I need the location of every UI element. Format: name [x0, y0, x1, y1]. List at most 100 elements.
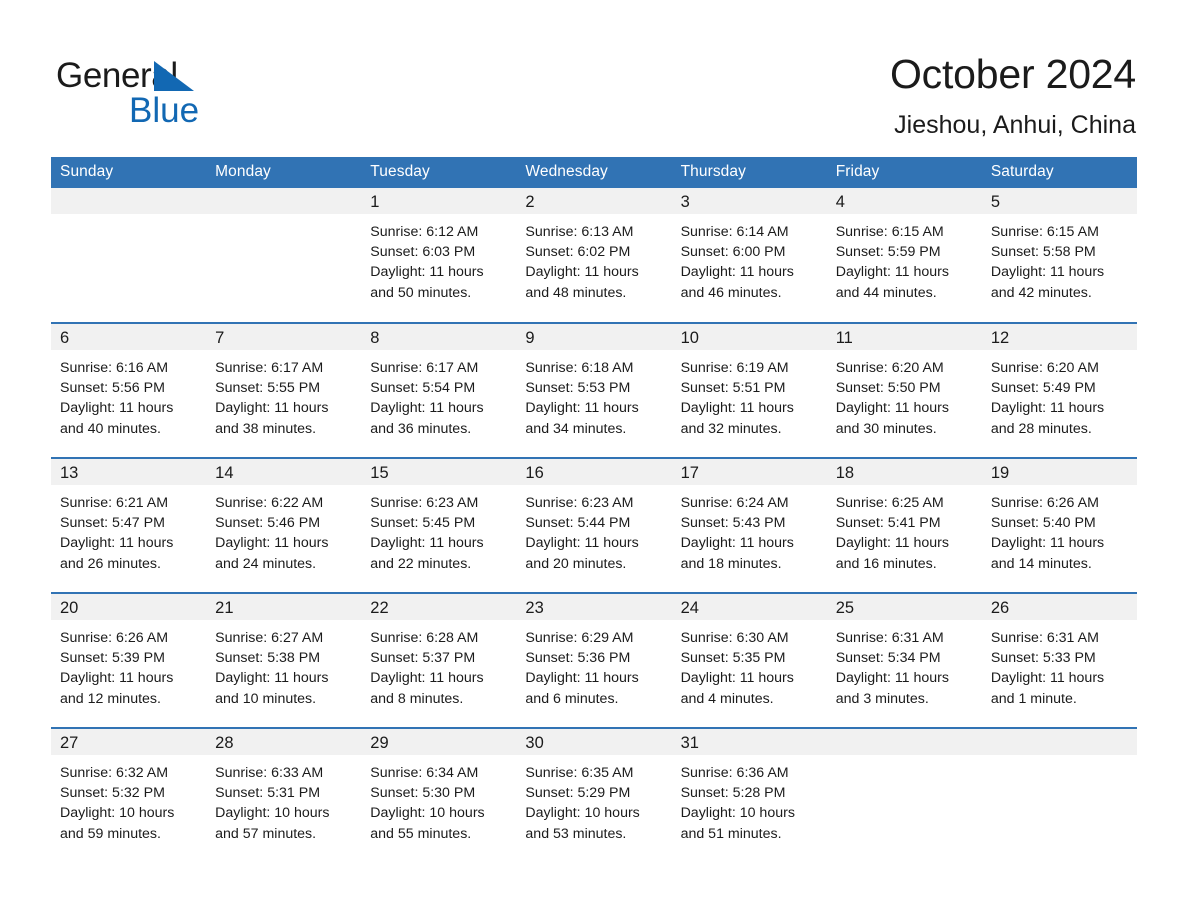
day-details: Sunrise: 6:23 AM Sunset: 5:45 PM Daylight:… — [361, 485, 516, 574]
calendar-day-cell[interactable]: 4 Sunrise: 6:15 AM Sunset: 5:59 PM Daylight… — [826, 188, 982, 323]
day-sunset-text: Sunset: 5:30 PM — [370, 785, 476, 802]
day-daylight-line2-text: and 55 minutes. — [370, 825, 472, 842]
calendar-day-cell-empty — [981, 727, 1137, 863]
calendar-day-cell[interactable]: 18 Sunrise: 6:25 AM Sunset: 5:41 PM Dayligh… — [826, 457, 982, 593]
calendar-day-cell[interactable]: 21 Sunrise: 6:27 AM Sunset: 5:38 PM Dayligh… — [206, 592, 362, 728]
day-number: 12 — [981, 324, 1137, 350]
day-sunrise-text: Sunrise: 6:15 AM — [835, 224, 944, 240]
day-number: 23 — [516, 594, 672, 620]
day-number: 9 — [516, 324, 672, 350]
day-details: Sunrise: 6:20 AM Sunset: 5:50 PM Daylight:… — [827, 350, 982, 439]
day-details: Sunrise: 6:24 AM Sunset: 5:43 PM Daylight:… — [672, 485, 827, 574]
calendar-day-cell[interactable]: 11 Sunrise: 6:20 AM Sunset: 5:50 PM Dayligh… — [826, 322, 982, 458]
day-daylight-line2-text: and 16 minutes. — [835, 555, 937, 572]
day-details: Sunrise: 6:20 AM Sunset: 5:49 PM Daylight:… — [982, 350, 1137, 439]
day-details: Sunrise: 6:26 AM Sunset: 5:40 PM Daylight:… — [982, 485, 1137, 574]
day-number: 15 — [361, 459, 517, 485]
day-sunset-text: Sunset: 5:37 PM — [370, 650, 476, 667]
calendar-day-cell[interactable]: 24 Sunrise: 6:30 AM Sunset: 5:35 PM Dayligh… — [671, 592, 827, 728]
day-daylight-line2-text: and 8 minutes. — [370, 690, 464, 707]
day-sunset-text: Sunset: 5:50 PM — [835, 380, 941, 397]
calendar-day-cell[interactable]: 14 Sunrise: 6:22 AM Sunset: 5:46 PM Dayligh… — [206, 457, 362, 593]
day-number — [981, 729, 1137, 755]
page-subtitle: Jieshou, Anhui, China — [894, 111, 1136, 139]
calendar-day-cell[interactable]: 17 Sunrise: 6:24 AM Sunset: 5:43 PM Dayligh… — [671, 457, 827, 593]
calendar-day-cell[interactable]: 16 Sunrise: 6:23 AM Sunset: 5:44 PM Dayligh… — [516, 457, 672, 593]
calendar-day-cell[interactable]: 29 Sunrise: 6:34 AM Sunset: 5:30 PM Dayligh… — [361, 727, 517, 863]
day-daylight-line1-text: Daylight: 11 hours — [835, 670, 950, 687]
calendar-day-cell[interactable]: 15 Sunrise: 6:23 AM Sunset: 5:45 PM Dayligh… — [361, 457, 517, 593]
day-daylight-line2-text: and 1 minute. — [990, 690, 1077, 707]
day-daylight-line2-text: and 59 minutes. — [60, 825, 161, 842]
calendar-day-cell[interactable]: 3 Sunrise: 6:14 AM Sunset: 6:00 PM Daylight… — [671, 188, 827, 323]
day-daylight-line1-text: Daylight: 10 hours — [525, 805, 640, 822]
calendar-day-cell[interactable]: 28 Sunrise: 6:33 AM Sunset: 5:31 PM Dayligh… — [206, 727, 362, 863]
day-sunrise-text: Sunrise: 6:23 AM — [370, 495, 479, 511]
calendar-day-cell[interactable]: 23 Sunrise: 6:29 AM Sunset: 5:36 PM Dayligh… — [516, 592, 672, 728]
calendar-day-cell[interactable]: 13 Sunrise: 6:21 AM Sunset: 5:47 PM Dayligh… — [51, 457, 207, 593]
day-sunrise-text: Sunrise: 6:24 AM — [680, 495, 789, 511]
triangle-icon — [154, 61, 194, 91]
day-number: 18 — [826, 459, 982, 485]
calendar-day-cell[interactable]: 12 Sunrise: 6:20 AM Sunset: 5:49 PM Dayligh… — [981, 322, 1137, 458]
day-sunset-text: Sunset: 6:00 PM — [680, 244, 786, 261]
day-daylight-line1-text: Daylight: 11 hours — [60, 535, 174, 552]
calendar-table: Sunday Monday Tuesday Wednesday Thursday… — [51, 157, 1137, 863]
calendar-day-cell[interactable]: 30 Sunrise: 6:35 AM Sunset: 5:29 PM Dayligh… — [516, 727, 672, 863]
day-number: 24 — [671, 594, 827, 620]
day-sunset-text: Sunset: 5:59 PM — [835, 244, 941, 261]
calendar-day-cell-empty — [51, 188, 207, 323]
day-sunrise-text: Sunrise: 6:36 AM — [680, 765, 789, 781]
day-number — [206, 188, 362, 214]
calendar-day-cell[interactable]: 6 Sunrise: 6:16 AM Sunset: 5:56 PM Daylight… — [51, 322, 207, 458]
day-daylight-line1-text: Daylight: 11 hours — [370, 535, 484, 552]
day-sunset-text: Sunset: 5:43 PM — [680, 515, 786, 532]
day-details: Sunrise: 6:31 AM Sunset: 5:34 PM Daylight:… — [827, 620, 982, 709]
day-daylight-line1-text: Daylight: 11 hours — [680, 400, 794, 417]
day-sunrise-text: Sunrise: 6:17 AM — [215, 360, 324, 376]
day-daylight-line1-text: Daylight: 10 hours — [370, 805, 485, 822]
calendar-day-cell[interactable]: 5 Sunrise: 6:15 AM Sunset: 5:58 PM Daylight… — [981, 188, 1137, 323]
day-daylight-line2-text: and 34 minutes. — [525, 420, 627, 437]
day-sunset-text: Sunset: 5:58 PM — [990, 244, 1096, 261]
day-sunrise-text: Sunrise: 6:15 AM — [990, 224, 1099, 240]
day-number: 5 — [981, 188, 1137, 214]
day-sunset-text: Sunset: 5:49 PM — [990, 380, 1096, 397]
calendar-day-cell[interactable]: 20 Sunrise: 6:26 AM Sunset: 5:39 PM Dayligh… — [51, 592, 207, 728]
day-details: Sunrise: 6:32 AM Sunset: 5:32 PM Daylight:… — [51, 755, 206, 844]
calendar-day-cell[interactable]: 9 Sunrise: 6:18 AM Sunset: 5:53 PM Daylight… — [516, 322, 672, 458]
day-sunset-text: Sunset: 5:35 PM — [680, 650, 786, 667]
day-details: Sunrise: 6:22 AM Sunset: 5:46 PM Daylight:… — [206, 485, 361, 574]
calendar-day-cell[interactable]: 22 Sunrise: 6:28 AM Sunset: 5:37 PM Dayligh… — [361, 592, 517, 728]
calendar-day-cell[interactable]: 27 Sunrise: 6:32 AM Sunset: 5:32 PM Dayligh… — [51, 727, 207, 863]
weekday-header-wednesday: Wednesday — [516, 157, 672, 188]
day-daylight-line2-text: and 4 minutes. — [680, 690, 774, 707]
calendar-day-cell[interactable]: 31 Sunrise: 6:36 AM Sunset: 5:28 PM Dayligh… — [671, 727, 827, 863]
calendar-day-cell[interactable]: 7 Sunrise: 6:17 AM Sunset: 5:55 PM Daylight… — [206, 322, 362, 458]
day-number: 29 — [361, 729, 517, 755]
calendar-day-cell[interactable]: 1 Sunrise: 6:12 AM Sunset: 6:03 PM Daylight… — [361, 188, 517, 323]
day-daylight-line2-text: and 38 minutes. — [215, 420, 317, 437]
calendar-day-cell[interactable]: 25 Sunrise: 6:31 AM Sunset: 5:34 PM Dayligh… — [826, 592, 982, 728]
day-daylight-line1-text: Daylight: 11 hours — [525, 264, 639, 281]
calendar-day-cell[interactable]: 10 Sunrise: 6:19 AM Sunset: 5:51 PM Dayligh… — [671, 322, 827, 458]
calendar-day-cell[interactable]: 26 Sunrise: 6:31 AM Sunset: 5:33 PM Dayligh… — [981, 592, 1137, 728]
day-daylight-line1-text: Daylight: 11 hours — [215, 670, 329, 687]
day-sunset-text: Sunset: 5:31 PM — [215, 785, 321, 802]
day-number: 10 — [671, 324, 827, 350]
day-sunrise-text: Sunrise: 6:30 AM — [680, 630, 789, 646]
day-sunrise-text: Sunrise: 6:35 AM — [525, 765, 634, 781]
calendar-week-row: 13 Sunrise: 6:21 AM Sunset: 5:47 PM Dayligh… — [51, 457, 1137, 593]
logo-text-blue: Blue — [129, 91, 200, 130]
calendar-day-cell[interactable]: 8 Sunrise: 6:17 AM Sunset: 5:54 PM Daylight… — [361, 322, 517, 458]
weekday-header-thursday: Thursday — [671, 157, 827, 188]
day-daylight-line1-text: Daylight: 11 hours — [835, 535, 950, 552]
day-daylight-line2-text: and 51 minutes. — [680, 825, 782, 842]
day-sunset-text: Sunset: 5:28 PM — [680, 785, 786, 802]
day-details: Sunrise: 6:29 AM Sunset: 5:36 PM Daylight:… — [516, 620, 671, 709]
calendar-day-cell[interactable]: 2 Sunrise: 6:13 AM Sunset: 6:02 PM Daylight… — [516, 188, 672, 323]
day-sunset-text: Sunset: 5:33 PM — [990, 650, 1096, 667]
day-sunset-text: Sunset: 6:03 PM — [370, 244, 476, 261]
calendar-day-cell[interactable]: 19 Sunrise: 6:26 AM Sunset: 5:40 PM Dayligh… — [981, 457, 1137, 593]
day-daylight-line1-text: Daylight: 11 hours — [835, 264, 950, 281]
